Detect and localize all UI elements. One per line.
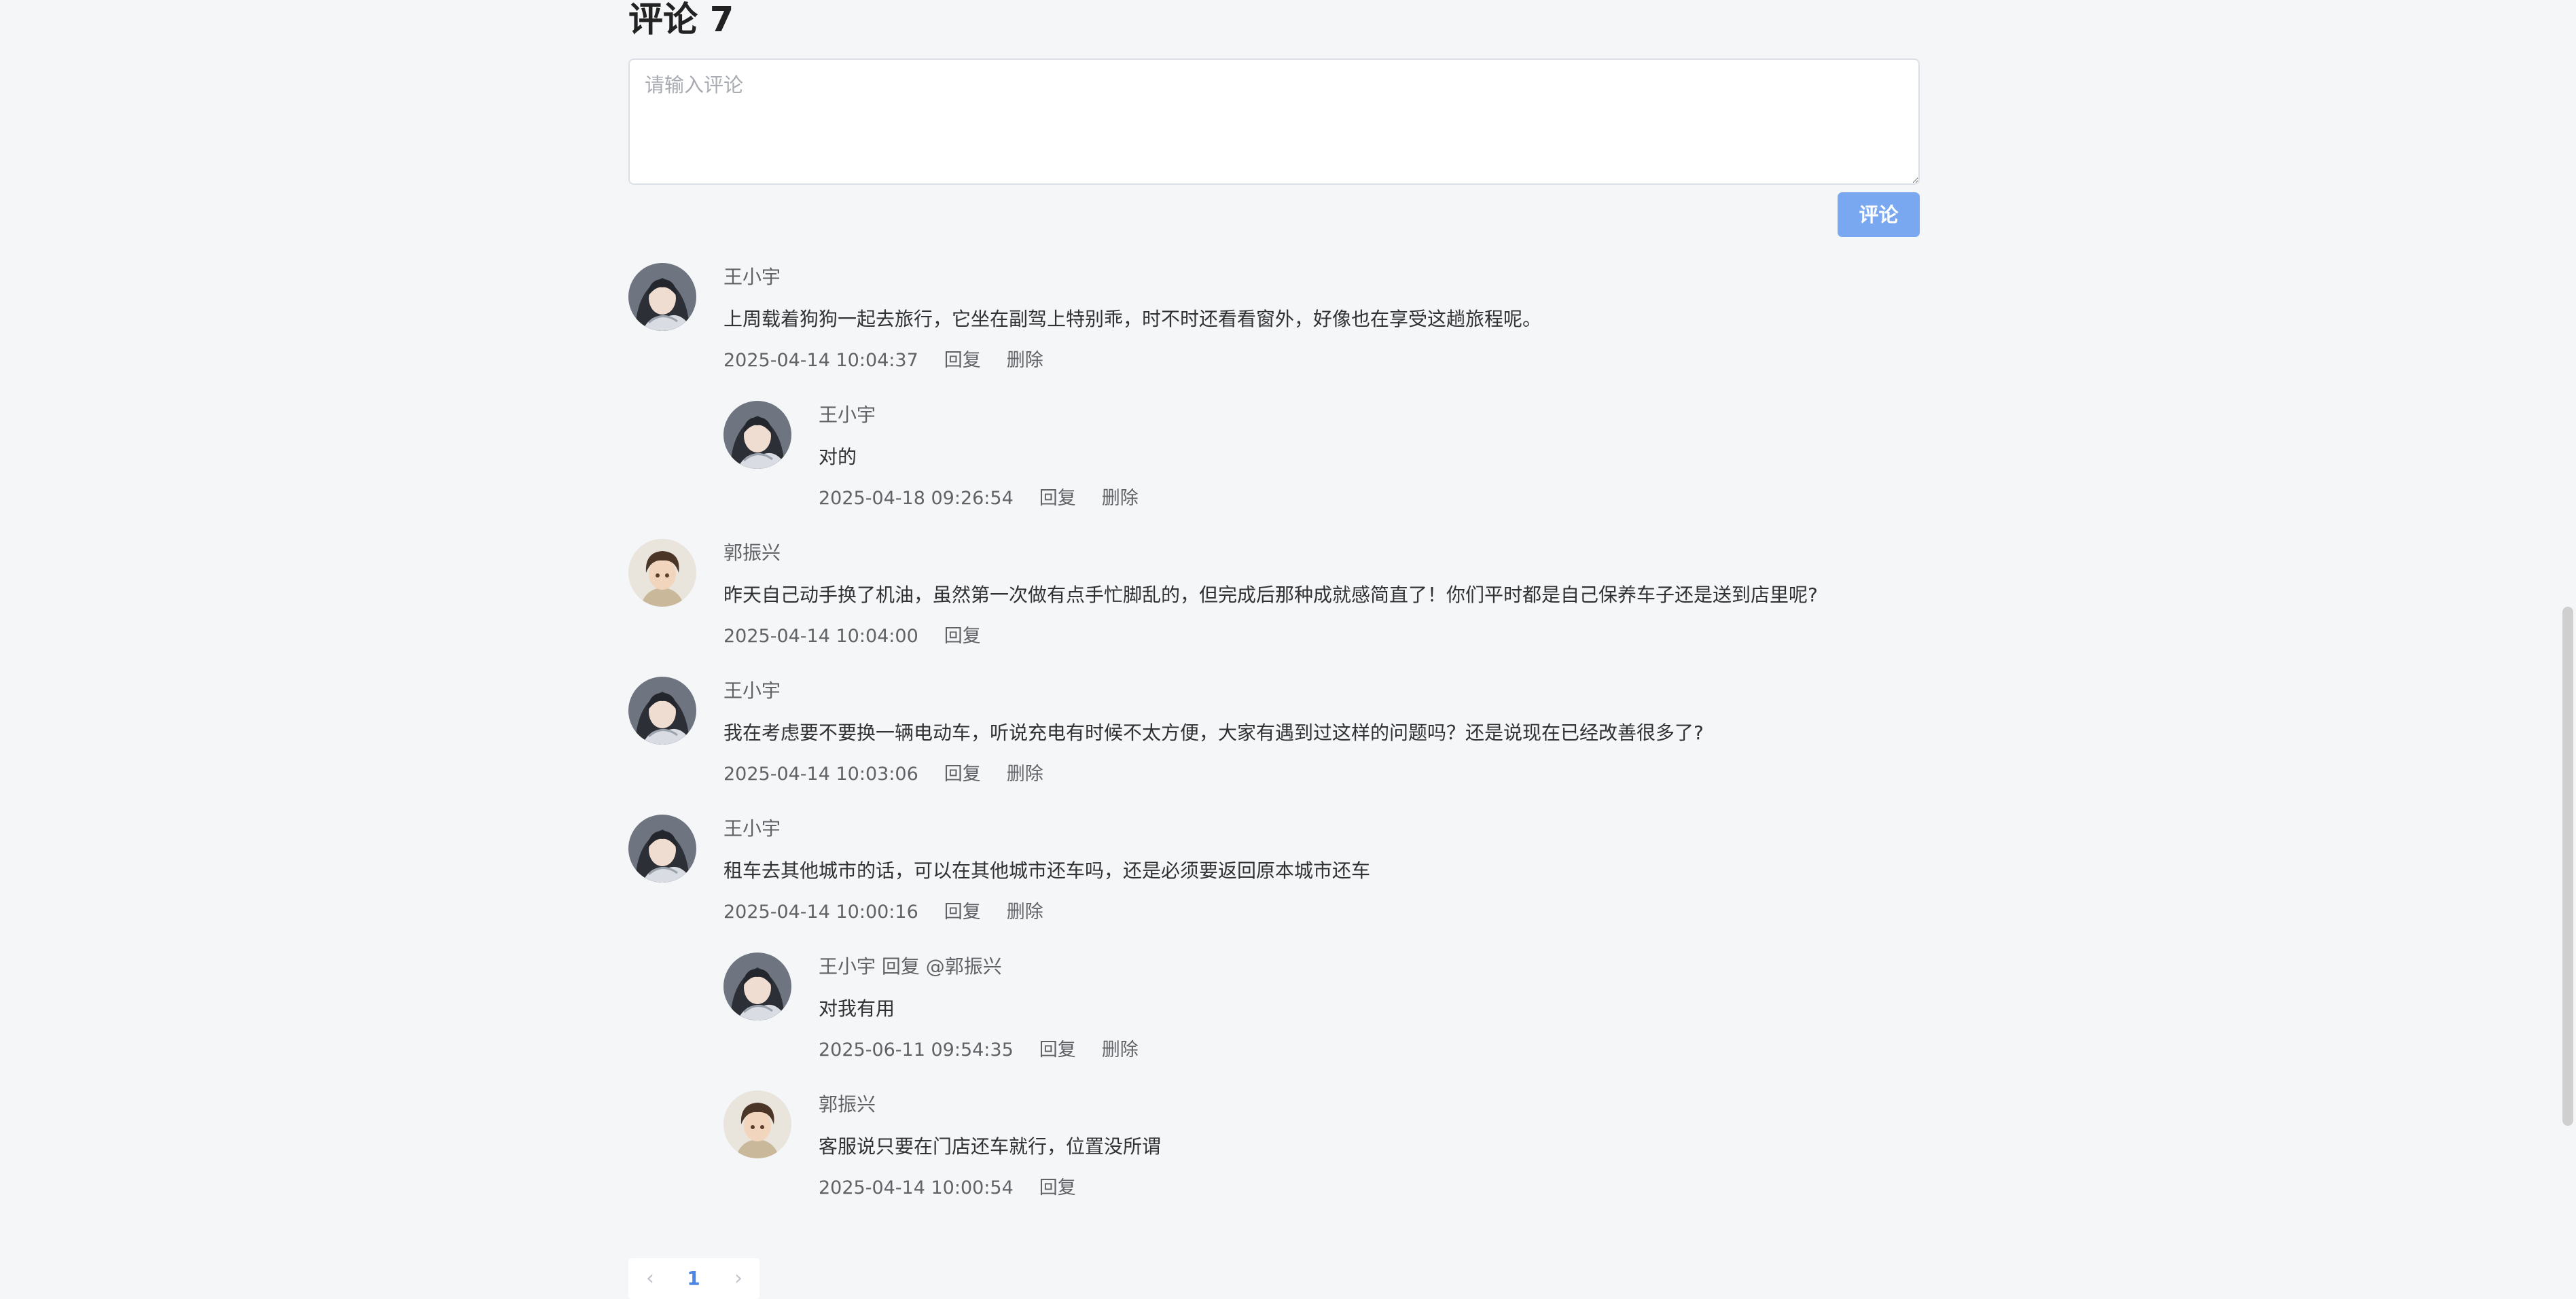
- comment-author: 王小宇: [723, 679, 781, 702]
- comment-meta: 2025-04-18 09:26:54 回复 删除: [819, 487, 1139, 510]
- comment-author: 郭振兴: [723, 541, 781, 564]
- delete-button[interactable]: 删除: [1007, 763, 1043, 786]
- comment-time: 2025-04-14 10:03:06: [723, 764, 918, 785]
- anime-boy-avatar-icon: [628, 539, 696, 607]
- avatar[interactable]: [723, 1090, 791, 1158]
- comment-count-title: 评论 7: [628, 0, 734, 40]
- reply-button[interactable]: 回复: [1039, 487, 1076, 510]
- anime-girl-avatar-icon: [723, 953, 791, 1020]
- comment-time: 2025-04-14 10:00:16: [723, 902, 918, 923]
- comment-meta: 2025-04-14 10:00:16 回复 删除: [723, 901, 1043, 924]
- comment-meta: 2025-04-14 10:03:06 回复 删除: [723, 763, 1043, 786]
- comment-text: 上周载着狗狗一起去旅行，它坐在副驾上特别乖，时不时还看看窗外，好像也在享受这趟旅…: [723, 308, 1542, 330]
- comment-author: 王小宇: [819, 404, 876, 426]
- comment-time: 2025-04-14 10:04:37: [723, 350, 918, 371]
- delete-button[interactable]: 删除: [1007, 901, 1043, 924]
- avatar[interactable]: [628, 539, 696, 607]
- comment-meta: 2025-04-14 10:04:37 回复 删除: [723, 349, 1043, 372]
- avatar[interactable]: [628, 815, 696, 883]
- chevron-left-icon[interactable]: ‹: [637, 1258, 664, 1299]
- avatar[interactable]: [628, 263, 696, 331]
- anime-girl-avatar-icon: [628, 263, 696, 331]
- anime-boy-avatar-icon: [723, 1090, 791, 1158]
- chevron-right-icon[interactable]: ›: [725, 1258, 752, 1299]
- comment-author: 郭振兴: [819, 1093, 876, 1116]
- comment-author: 王小宇: [723, 817, 781, 840]
- anime-girl-avatar-icon: [628, 815, 696, 883]
- submit-comment-button[interactable]: 评论: [1838, 192, 1920, 237]
- delete-button[interactable]: 删除: [1102, 487, 1139, 510]
- comment-meta: 2025-04-14 10:00:54 回复: [819, 1177, 1076, 1200]
- anime-girl-avatar-icon: [723, 401, 791, 469]
- pagination: ‹ 1 ›: [628, 1258, 759, 1299]
- reply-button[interactable]: 回复: [1039, 1039, 1076, 1062]
- scrollbar-thumb[interactable]: [2562, 607, 2573, 1126]
- comment-text: 租车去其他城市的话，可以在其他城市还车吗，还是必须要返回原本城市还车: [723, 859, 1371, 882]
- scrollbar-track[interactable]: [2558, 0, 2576, 1299]
- comment-time: 2025-04-18 09:26:54: [819, 488, 1014, 509]
- comment-input[interactable]: [628, 58, 1920, 185]
- reply-button[interactable]: 回复: [944, 901, 981, 924]
- comment-time: 2025-06-11 09:54:35: [819, 1039, 1014, 1061]
- comment-section: 评论 7 评论 王小宇 上周载着狗狗一起去旅行，它坐在副驾上特别乖，时不时还看看…: [628, 0, 1920, 1299]
- reply-button[interactable]: 回复: [944, 763, 981, 786]
- comment-time: 2025-04-14 10:00:54: [819, 1177, 1014, 1198]
- comment-text: 对我有用: [819, 997, 895, 1020]
- avatar[interactable]: [723, 401, 791, 469]
- page-number-current[interactable]: 1: [680, 1258, 707, 1299]
- comment-meta: 2025-06-11 09:54:35 回复 删除: [819, 1039, 1139, 1062]
- comment-text: 对的: [819, 446, 857, 468]
- comment-meta: 2025-04-14 10:04:00 回复: [723, 625, 981, 648]
- comment-time: 2025-04-14 10:04:00: [723, 626, 918, 647]
- reply-button[interactable]: 回复: [1039, 1177, 1076, 1200]
- avatar[interactable]: [723, 953, 791, 1020]
- comment-text: 昨天自己动手换了机油，虽然第一次做有点手忙脚乱的，但完成后那种成就感简直了！你们…: [723, 584, 1818, 606]
- delete-button[interactable]: 删除: [1102, 1039, 1139, 1062]
- reply-button[interactable]: 回复: [944, 625, 981, 648]
- comment-author: 王小宇: [723, 266, 781, 288]
- comment-text: 我在考虑要不要换一辆电动车，听说充电有时候不太方便，大家有遇到过这样的问题吗？还…: [723, 722, 1704, 744]
- delete-button[interactable]: 删除: [1007, 349, 1043, 372]
- reply-button[interactable]: 回复: [944, 349, 981, 372]
- anime-girl-avatar-icon: [628, 677, 696, 745]
- comment-author: 王小宇 回复 @郭振兴: [819, 955, 1002, 978]
- comment-text: 客服说只要在门店还车就行，位置没所谓: [819, 1135, 1162, 1158]
- avatar[interactable]: [628, 677, 696, 745]
